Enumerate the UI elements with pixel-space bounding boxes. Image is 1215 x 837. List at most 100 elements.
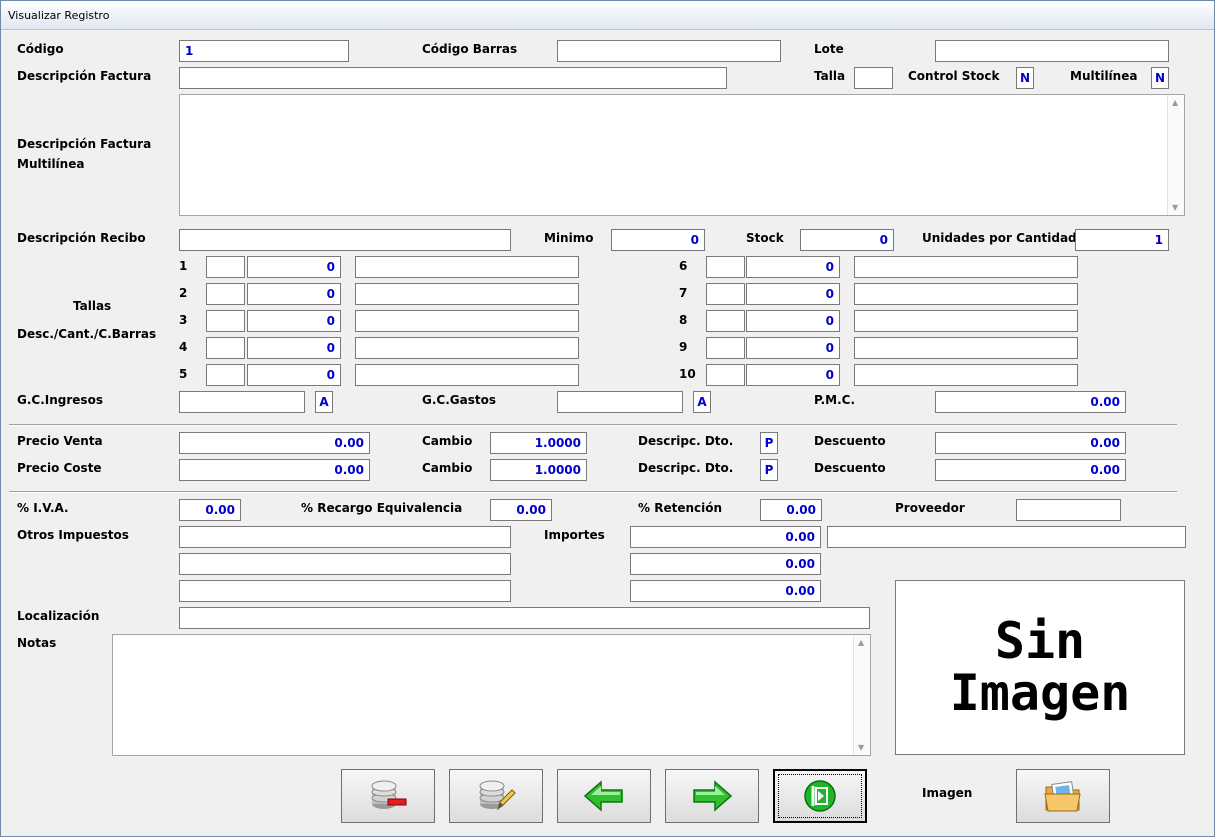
multilinea-field[interactable]: N [1151, 67, 1169, 89]
descripc-dto-venta-flag[interactable]: P [760, 432, 778, 454]
open-image-button[interactable] [1016, 769, 1110, 823]
talla-desc-field[interactable] [206, 256, 245, 278]
talla-barras-field[interactable] [854, 256, 1078, 278]
textarea-scrollbar[interactable]: ▲ ▼ [1167, 95, 1184, 215]
proveedor-nombre-field[interactable] [827, 526, 1186, 548]
notas-scrollbar[interactable]: ▲ ▼ [853, 635, 870, 755]
talla-barras-field[interactable] [854, 310, 1078, 332]
database-delete-icon [371, 780, 407, 809]
talla-barras-field[interactable] [854, 283, 1078, 305]
importe-field-3[interactable]: 0.00 [630, 580, 821, 602]
otros-impuestos-field-3[interactable] [179, 580, 511, 602]
cambio-venta-field[interactable]: 1.0000 [490, 432, 587, 454]
stock-field[interactable]: 0 [800, 229, 894, 251]
control-stock-field[interactable]: N [1016, 67, 1034, 89]
cambio-coste-field[interactable]: 1.0000 [490, 459, 587, 481]
no-image-text: Sin Imagen [896, 615, 1184, 719]
talla-cant-field[interactable]: 0 [746, 337, 840, 359]
descripcion-recibo-field[interactable] [179, 229, 511, 251]
talla-desc-field[interactable] [706, 256, 745, 278]
unidades-cantidad-label: Unidades por Cantidad [922, 231, 1077, 245]
talla-num: 1 [179, 259, 188, 273]
talla-cant-field[interactable]: 0 [746, 256, 840, 278]
otros-impuestos-field-1[interactable] [179, 526, 511, 548]
talla-barras-field[interactable] [854, 364, 1078, 386]
otros-impuestos-field-2[interactable] [179, 553, 511, 575]
title-bar: Visualizar Registro [1, 1, 1214, 30]
talla-cant-field[interactable]: 0 [746, 283, 840, 305]
gc-gastos-flag[interactable]: A [693, 391, 711, 413]
exit-icon [804, 780, 836, 812]
recargo-field[interactable]: 0.00 [490, 499, 552, 521]
talla-desc-field[interactable] [706, 364, 745, 386]
pmc-field[interactable]: 0.00 [935, 391, 1126, 413]
descuento-venta-field[interactable]: 0.00 [935, 432, 1126, 454]
talla-cant-field[interactable]: 0 [247, 310, 341, 332]
talla-num: 6 [679, 259, 688, 273]
notas-label: Notas [17, 636, 57, 650]
talla-desc-field[interactable] [206, 310, 245, 332]
talla-cant-field[interactable]: 0 [247, 337, 341, 359]
edit-record-button[interactable] [449, 769, 543, 823]
descripcion-factura-field[interactable] [179, 67, 727, 89]
talla-barras-field[interactable] [355, 364, 579, 386]
talla-num: 9 [679, 340, 688, 354]
gc-ingresos-flag[interactable]: A [315, 391, 333, 413]
descuento-coste-field[interactable]: 0.00 [935, 459, 1126, 481]
lote-field[interactable] [935, 40, 1169, 62]
scroll-up-icon[interactable]: ▲ [1172, 98, 1178, 107]
gc-gastos-field[interactable] [557, 391, 683, 413]
cambio-coste-label: Cambio [422, 461, 473, 475]
unidades-cantidad-field[interactable]: 1 [1075, 229, 1169, 251]
talla-desc-field[interactable] [206, 283, 245, 305]
arrow-right-icon [693, 780, 733, 812]
gc-ingresos-field[interactable] [179, 391, 305, 413]
scroll-down-icon[interactable]: ▼ [858, 743, 864, 752]
minimo-field[interactable]: 0 [611, 229, 705, 251]
talla-cant-field[interactable]: 0 [247, 364, 341, 386]
precio-coste-field[interactable]: 0.00 [179, 459, 370, 481]
tallas-label: Tallas [73, 299, 112, 313]
talla-cant-field[interactable]: 0 [746, 364, 840, 386]
proveedor-field[interactable] [1016, 499, 1121, 521]
no-image-line-2: Imagen [949, 664, 1131, 722]
codigo-barras-field[interactable] [557, 40, 781, 62]
iva-field[interactable]: 0.00 [179, 499, 241, 521]
scroll-down-icon[interactable]: ▼ [1172, 203, 1178, 212]
importes-label: Importes [544, 528, 605, 542]
talla-desc-field[interactable] [206, 364, 245, 386]
codigo-field[interactable]: 1 [179, 40, 349, 62]
talla-barras-field[interactable] [355, 310, 579, 332]
localizacion-field[interactable] [179, 607, 870, 629]
importe-field-1[interactable]: 0.00 [630, 526, 821, 548]
talla-desc-field[interactable] [206, 337, 245, 359]
importe-field-2[interactable]: 0.00 [630, 553, 821, 575]
previous-record-button[interactable] [557, 769, 651, 823]
next-record-button[interactable] [665, 769, 759, 823]
talla-field[interactable] [854, 67, 893, 89]
notas-textarea[interactable]: ▲ ▼ [112, 634, 871, 756]
delete-record-button[interactable] [341, 769, 435, 823]
retencion-field[interactable]: 0.00 [760, 499, 822, 521]
talla-barras-field[interactable] [355, 337, 579, 359]
precio-venta-field[interactable]: 0.00 [179, 432, 370, 454]
talla-desc-field[interactable] [706, 283, 745, 305]
window-title: Visualizar Registro [8, 9, 110, 22]
control-stock-label: Control Stock [908, 69, 1000, 83]
talla-desc-field[interactable] [706, 337, 745, 359]
descripcion-multilinea-textarea[interactable]: ▲ ▼ [179, 94, 1185, 216]
stock-label: Stock [746, 231, 784, 245]
talla-cant-field[interactable]: 0 [247, 283, 341, 305]
talla-barras-field[interactable] [355, 256, 579, 278]
exit-button[interactable] [773, 769, 867, 823]
talla-barras-field[interactable] [854, 337, 1078, 359]
visualizar-registro-window: Visualizar Registro Código 1 Código Barr… [0, 0, 1215, 837]
descripc-dto-coste-label: Descripc. Dto. [638, 461, 734, 475]
talla-desc-field[interactable] [706, 310, 745, 332]
talla-cant-field[interactable]: 0 [746, 310, 840, 332]
scroll-up-icon[interactable]: ▲ [858, 638, 864, 647]
descripc-dto-coste-flag[interactable]: P [760, 459, 778, 481]
talla-barras-field[interactable] [355, 283, 579, 305]
talla-label: Talla [814, 69, 846, 83]
talla-cant-field[interactable]: 0 [247, 256, 341, 278]
